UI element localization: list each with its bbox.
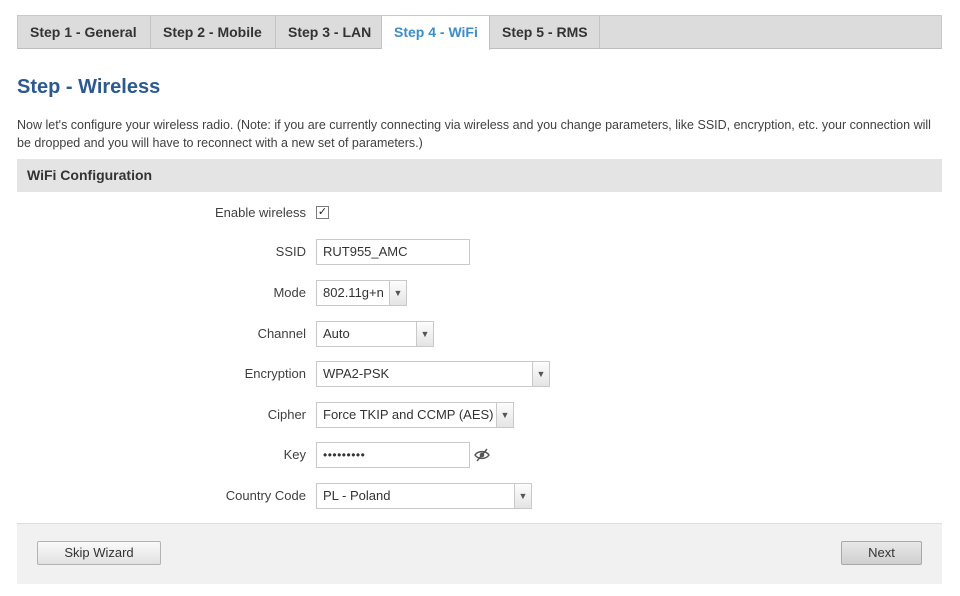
next-button[interactable]: Next: [841, 541, 922, 565]
wifi-configuration-panel: WiFi Configuration Enable wireless ✓ SSI…: [17, 159, 942, 584]
wizard-footer: Skip Wizard Next: [17, 523, 942, 584]
tab-step-2-mobile[interactable]: Step 2 - Mobile: [151, 16, 276, 49]
mode-row: Mode 802.11g+n ▼: [17, 278, 942, 308]
channel-value: Auto: [323, 326, 350, 341]
country-code-label: Country Code: [225, 488, 306, 503]
enable-wireless-label: Enable wireless: [214, 205, 306, 220]
chevron-down-icon[interactable]: ▼: [389, 281, 406, 305]
encryption-label: Encryption: [244, 366, 306, 381]
cipher-value: Force TKIP and CCMP (AES): [323, 407, 494, 422]
page-title: Step - Wireless: [17, 76, 161, 98]
panel-title: WiFi Configuration: [17, 159, 942, 192]
chevron-down-icon[interactable]: ▼: [532, 362, 549, 386]
cipher-select[interactable]: Force TKIP and CCMP (AES) ▼: [316, 402, 514, 428]
enable-wireless-checkbox[interactable]: ✓: [316, 206, 329, 219]
eye-slash-icon[interactable]: [473, 446, 491, 464]
tab-step-4-wifi[interactable]: Step 4 - WiFi: [382, 16, 490, 50]
country-code-row: Country Code PL - Poland ▼: [17, 481, 942, 511]
tab-step-3-lan[interactable]: Step 3 - LAN: [276, 16, 382, 49]
ssid-label: SSID: [275, 244, 306, 259]
skip-wizard-button[interactable]: Skip Wizard: [37, 541, 161, 565]
mode-label: Mode: [273, 285, 306, 300]
encryption-value: WPA2-PSK: [323, 366, 390, 381]
mode-select[interactable]: 802.11g+n ▼: [316, 280, 407, 306]
key-label: Key: [283, 447, 306, 462]
chevron-down-icon[interactable]: ▼: [514, 484, 531, 508]
ssid-input[interactable]: RUT955_AMC: [316, 239, 470, 265]
cipher-label: Cipher: [267, 407, 306, 422]
encryption-select[interactable]: WPA2-PSK ▼: [316, 361, 550, 387]
channel-select[interactable]: Auto ▼: [316, 321, 434, 347]
page-description: Now let's configure your wireless radio.…: [17, 118, 931, 150]
chevron-down-icon[interactable]: ▼: [496, 403, 513, 427]
tab-step-1-general[interactable]: Step 1 - General: [18, 16, 151, 49]
channel-row: Channel Auto ▼: [17, 319, 942, 349]
key-row: Key •••••••••: [17, 440, 942, 470]
check-icon: ✓: [317, 206, 328, 218]
wizard-tabs: Step 1 - General Step 2 - Mobile Step 3 …: [17, 15, 942, 50]
encryption-row: Encryption WPA2-PSK ▼: [17, 359, 942, 389]
key-input[interactable]: •••••••••: [316, 442, 470, 468]
channel-label: Channel: [257, 326, 306, 341]
tab-step-5-rms[interactable]: Step 5 - RMS: [490, 16, 600, 49]
cipher-row: Cipher Force TKIP and CCMP (AES) ▼: [17, 400, 942, 430]
enable-wireless-row: Enable wireless ✓: [17, 198, 942, 228]
chevron-down-icon[interactable]: ▼: [416, 322, 433, 346]
mode-value: 802.11g+n: [323, 285, 384, 300]
country-code-value: PL - Poland: [323, 488, 391, 503]
ssid-row: SSID RUT955_AMC: [17, 237, 942, 267]
country-code-select[interactable]: PL - Poland ▼: [316, 483, 532, 509]
